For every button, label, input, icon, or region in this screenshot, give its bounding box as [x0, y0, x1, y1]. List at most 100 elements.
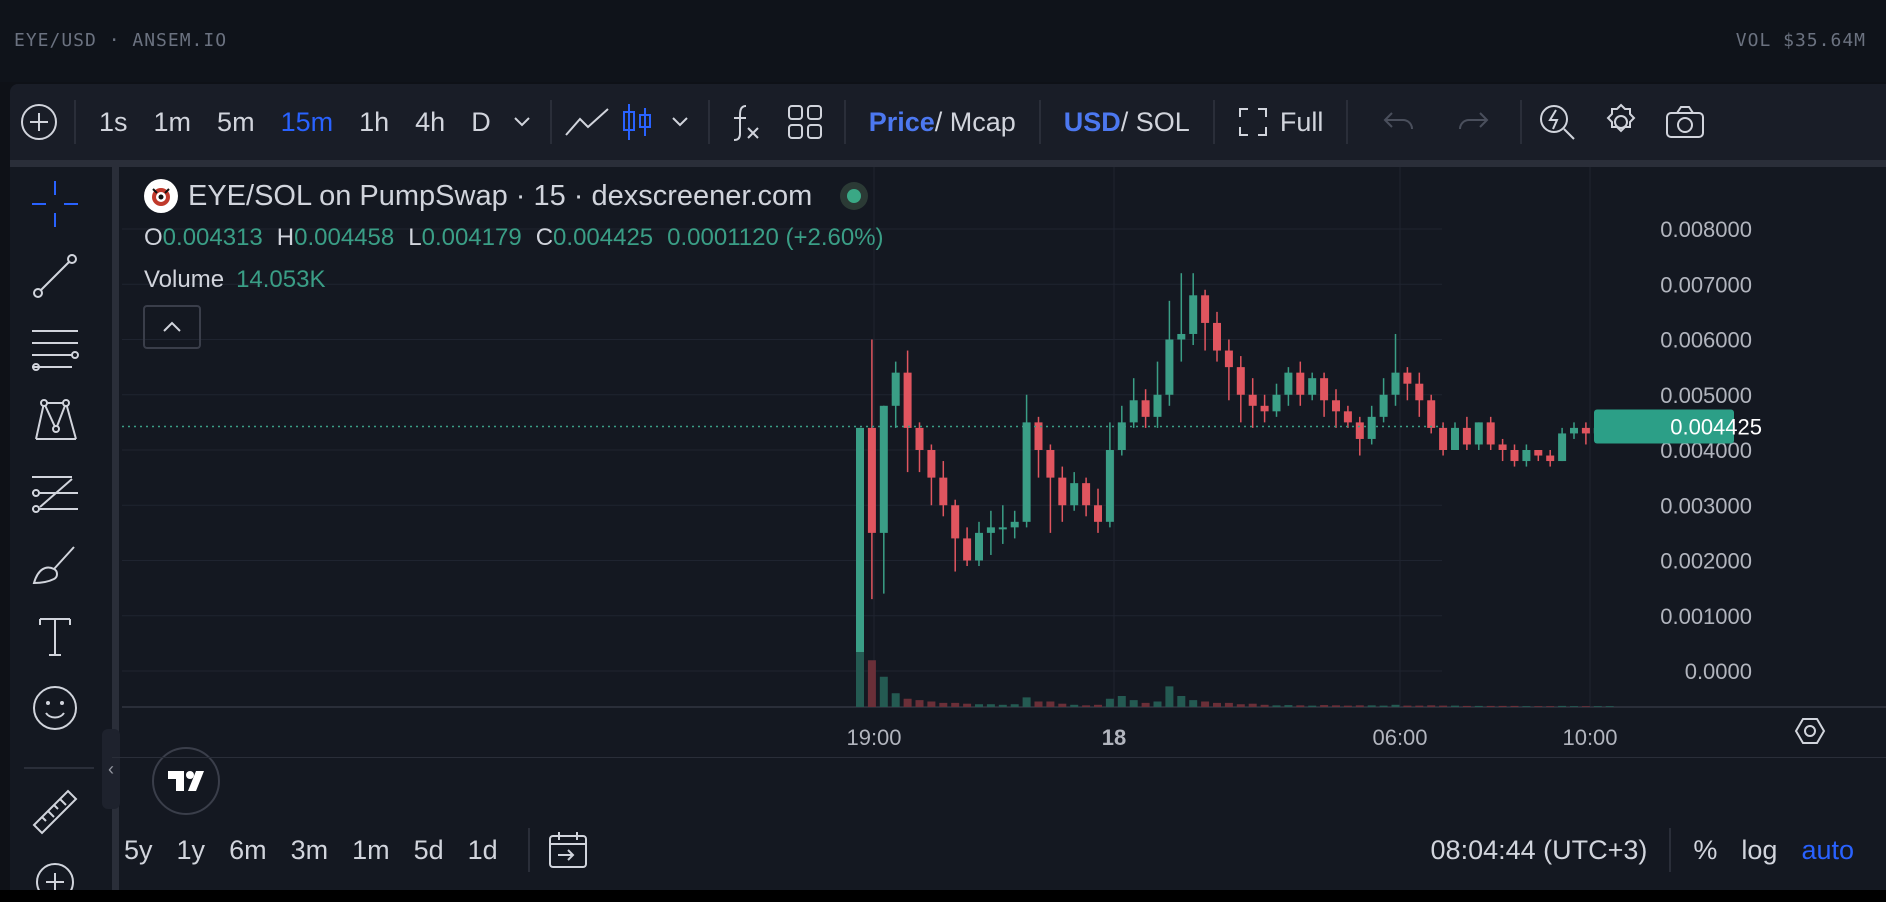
collapse-toolbar-button[interactable]: ‹	[102, 729, 120, 809]
fullscreen-button[interactable]: Full	[1225, 107, 1337, 138]
price-mcap-toggle[interactable]: Price / Mcap	[856, 107, 1029, 138]
auto-toggle[interactable]: auto	[1789, 835, 1866, 866]
horizontal-lines-icon[interactable]	[30, 323, 80, 373]
candle-body	[1010, 521, 1019, 528]
emoji-icon[interactable]	[30, 683, 80, 733]
candle-body	[1558, 433, 1567, 462]
candlestick-icon[interactable]	[612, 97, 662, 147]
line-chart-icon[interactable]	[562, 97, 612, 147]
candle-body	[927, 450, 936, 478]
crosshair-icon[interactable]	[30, 179, 80, 229]
candle-body	[963, 538, 972, 561]
volume-bar	[1391, 704, 1400, 707]
candle-body	[1189, 295, 1198, 334]
candle-body	[867, 427, 876, 533]
range-3m[interactable]: 3m	[279, 835, 341, 866]
interval-d[interactable]: D	[458, 107, 504, 138]
divider	[1669, 828, 1672, 872]
x-tick-label: 10:00	[1562, 725, 1617, 750]
trendline-icon[interactable]	[30, 251, 80, 301]
candle-body	[1343, 411, 1352, 423]
x-tick-label: 06:00	[1372, 725, 1427, 750]
token-logo-icon	[144, 179, 178, 213]
candle-body	[1522, 450, 1531, 462]
currency-toggle[interactable]: USD / SOL	[1051, 107, 1203, 138]
axis-settings-icon	[1794, 718, 1826, 744]
log-toggle[interactable]: log	[1729, 835, 1789, 866]
redo-icon[interactable]	[1448, 97, 1498, 147]
candle-body	[1141, 400, 1150, 417]
chevron-down-icon[interactable]	[504, 97, 540, 147]
volume-bar	[1570, 706, 1578, 707]
volume-bar	[1189, 700, 1198, 707]
volume-bar	[927, 701, 936, 707]
ruler-icon[interactable]	[30, 787, 80, 837]
candle-body	[1153, 394, 1162, 417]
volume-bar	[1272, 705, 1281, 707]
add-icon[interactable]	[14, 97, 64, 147]
usd-label: USD	[1063, 106, 1121, 137]
open-label: O	[144, 224, 163, 251]
quick-search-icon[interactable]	[1532, 97, 1582, 147]
undo-icon[interactable]	[1374, 97, 1424, 147]
volume-bar	[1498, 705, 1507, 707]
y-tick-label: 0.003000	[1660, 493, 1752, 518]
candle-body	[951, 505, 960, 539]
interval-15m[interactable]: 15m	[268, 107, 347, 138]
range-1d[interactable]: 1d	[456, 835, 510, 866]
price-chart[interactable]: 0.008000 0.007000 0.006000 0.005000 0.004000…	[122, 167, 1886, 815]
interval-4h[interactable]: 4h	[402, 107, 458, 138]
timezone-clock[interactable]: 08:04:44 (UTC+3)	[1419, 835, 1660, 866]
interval-1s[interactable]: 1s	[86, 107, 141, 138]
range-5y[interactable]: 5y	[112, 835, 165, 866]
candle-body	[879, 405, 888, 533]
volume-bar	[879, 676, 888, 707]
range-6m[interactable]: 6m	[217, 835, 279, 866]
layout-icon[interactable]	[780, 97, 830, 147]
text-icon[interactable]	[30, 611, 80, 661]
bottom-right-controls: 08:04:44 (UTC+3) % log auto	[1419, 810, 1866, 890]
volume-bar	[1605, 706, 1614, 707]
volume-bar	[1379, 705, 1388, 707]
range-1y[interactable]: 1y	[165, 835, 218, 866]
volume-bar	[1129, 700, 1138, 707]
settings-icon[interactable]	[1596, 97, 1646, 147]
collapse-legend-button[interactable]	[143, 305, 201, 349]
full-label: Full	[1279, 106, 1324, 137]
chevron-down-icon[interactable]	[662, 97, 698, 147]
open-value: 0.004313	[162, 224, 263, 251]
last-price-label: 0.004425	[1670, 415, 1762, 440]
volume-bar	[1058, 703, 1067, 707]
candlestick-chart[interactable]: 0.0080000.0070000.0060000.0050000.004000…	[122, 167, 1886, 757]
camera-icon[interactable]	[1660, 97, 1710, 147]
range-1m[interactable]: 1m	[340, 835, 402, 866]
interval-5m[interactable]: 5m	[204, 107, 268, 138]
sol-label: / SOL	[1120, 106, 1190, 137]
interval-1m[interactable]: 1m	[141, 107, 205, 138]
legend-title: EYE/SOL on PumpSwap · 15 · dexscreener.c…	[144, 179, 869, 213]
percent-toggle[interactable]: %	[1681, 835, 1729, 866]
volume-value: 14.053K	[236, 266, 326, 293]
candle-body	[1058, 477, 1067, 506]
candle-body	[1236, 367, 1245, 395]
candle-body	[1570, 427, 1578, 434]
brush-icon[interactable]	[30, 539, 80, 589]
indicators-icon[interactable]	[720, 97, 770, 147]
top-toolbar: 1s 1m 5m 15m 1h 4h D Price / Mcap USD / …	[10, 84, 1886, 167]
chart-widget: 1s 1m 5m 15m 1h 4h D Price / Mcap USD / …	[10, 84, 1886, 890]
go-to-date-icon[interactable]	[548, 831, 588, 869]
interval-1h[interactable]: 1h	[346, 107, 402, 138]
candle-body	[1391, 372, 1400, 395]
range-5d[interactable]: 5d	[402, 835, 456, 866]
pattern-icon[interactable]	[30, 395, 80, 445]
bottom-edge	[0, 890, 1886, 902]
candle-body	[1296, 372, 1305, 395]
zoom-in-icon[interactable]	[30, 857, 80, 890]
volume-bar	[1415, 705, 1424, 707]
volume-bar	[1284, 705, 1293, 707]
candle-body	[1201, 295, 1210, 323]
volume-legend: Volume 14.053K	[144, 266, 325, 294]
prediction-icon[interactable]	[30, 467, 80, 517]
volume-bar	[1177, 696, 1186, 707]
candle-body	[939, 477, 948, 506]
